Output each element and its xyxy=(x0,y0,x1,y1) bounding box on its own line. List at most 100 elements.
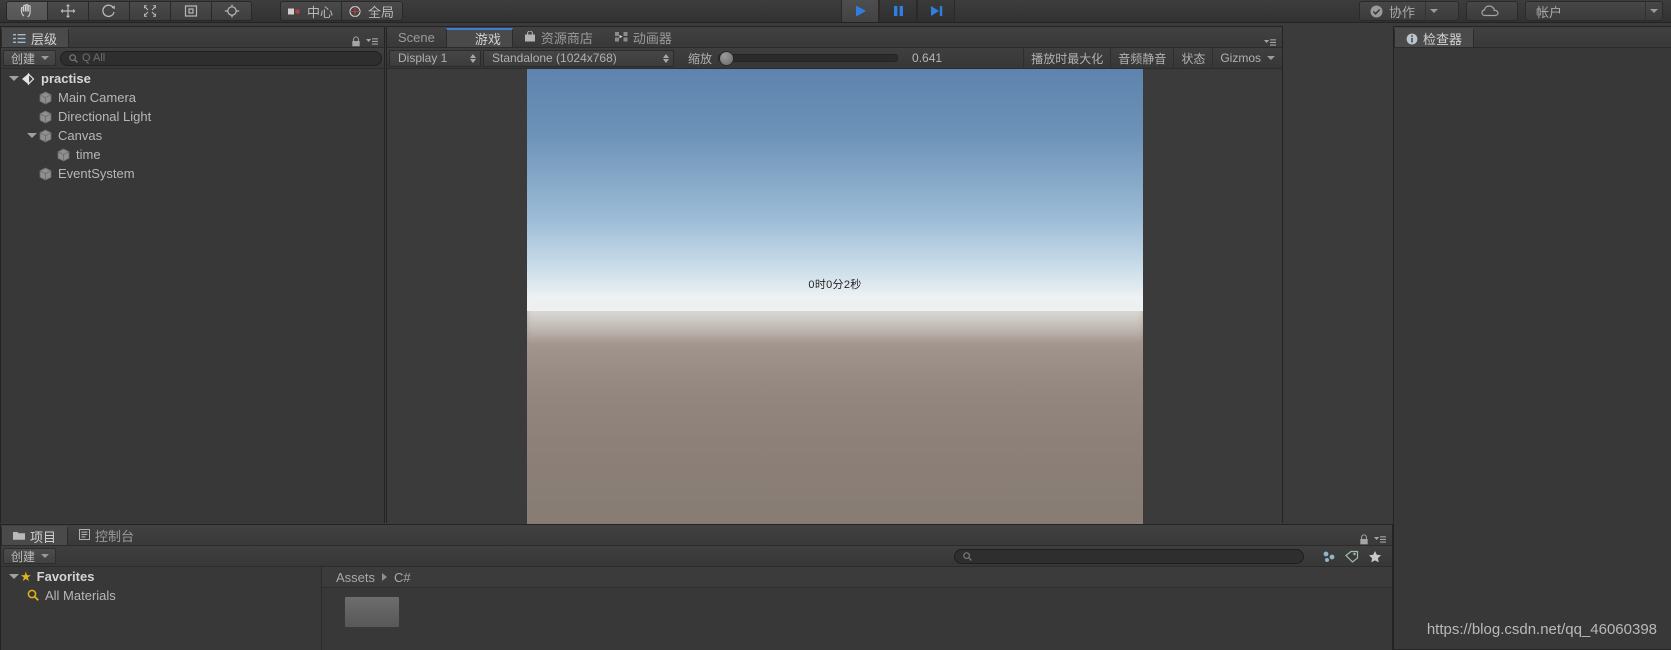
tab-hierarchy[interactable]: 层级 xyxy=(1,28,70,47)
tab-label: Scene xyxy=(398,30,435,45)
panel-menu-icon[interactable] xyxy=(1264,38,1276,47)
tab-console[interactable]: 控制台 xyxy=(68,526,145,545)
favorites-expand-arrow[interactable] xyxy=(7,574,20,579)
pivot-toggle-button[interactable]: 中心 xyxy=(280,1,342,21)
project-search-input[interactable] xyxy=(954,548,1304,564)
resolution-selector[interactable]: Standalone (1024x768) xyxy=(483,49,674,67)
expand-arrow-icon[interactable] xyxy=(25,133,38,138)
asset-thumbnail[interactable] xyxy=(344,596,400,628)
cloud-icon xyxy=(1481,5,1499,17)
zoom-control: 缩放 0.641 xyxy=(688,50,942,67)
hierarchy-item-label: Canvas xyxy=(58,128,103,143)
inspector-tabstrip: 检查器 xyxy=(1394,27,1671,48)
project-create-button[interactable]: 创建 xyxy=(3,548,57,564)
game-render-area[interactable]: 0时0分2秒 xyxy=(387,69,1282,543)
hierarchy-item[interactable]: Directional Light xyxy=(1,107,384,126)
hierarchy-item-label: Main Camera xyxy=(58,90,137,105)
rect-tool-button[interactable] xyxy=(170,1,211,21)
favorite-star-icon: ★ xyxy=(20,568,32,584)
sky-gradient xyxy=(527,69,1143,311)
filter-type-icon[interactable] xyxy=(1322,550,1336,563)
hierarchy-item[interactable]: EventSystem xyxy=(1,164,384,183)
collab-check-icon xyxy=(1370,5,1383,17)
breadcrumb-item[interactable]: Assets xyxy=(336,570,375,585)
favorites-item-all-materials[interactable]: All Materials xyxy=(1,586,321,605)
project-favorites-pane: ★ Favorites All Materials xyxy=(1,567,322,650)
tab-folder[interactable]: 项目 xyxy=(1,526,69,545)
tab-inspector[interactable]: 检查器 xyxy=(1394,28,1475,47)
zoom-slider[interactable] xyxy=(718,51,899,66)
game-toggle[interactable]: 状态 xyxy=(1173,48,1212,68)
project-strip-tools xyxy=(1359,534,1392,545)
cloud-button[interactable] xyxy=(1466,1,1518,21)
tab-game[interactable]: 游戏 xyxy=(445,28,513,47)
lock-icon[interactable] xyxy=(1359,534,1369,545)
chevron-down-icon xyxy=(1650,9,1658,13)
hierarchy-create-button[interactable]: 创建 xyxy=(3,50,57,66)
gameobject-cube-icon xyxy=(38,110,53,124)
animator-icon xyxy=(614,30,628,45)
toolbar-right-group: 协作 帐户 xyxy=(1359,1,1663,21)
hand-tool-button[interactable] xyxy=(6,1,47,21)
rotate-tool-button[interactable] xyxy=(88,1,129,21)
transform-tools-group xyxy=(6,1,252,21)
project-tabstrip: 项目 控制台 xyxy=(1,525,1392,546)
scale-tool-button[interactable] xyxy=(129,1,170,21)
tab-store[interactable]: 资源商店 xyxy=(513,28,604,47)
project-body: ★ Favorites All Materials Assets C# xyxy=(1,567,1392,650)
zoom-slider-knob[interactable] xyxy=(719,51,735,66)
account-button[interactable]: 帐户 xyxy=(1525,1,1663,21)
space-toggle-button[interactable]: 全局 xyxy=(341,1,404,21)
project-create-label: 创建 xyxy=(11,549,36,564)
playback-controls xyxy=(841,0,955,22)
transform-tool-button[interactable] xyxy=(211,1,252,21)
folder-icon xyxy=(13,529,25,544)
pivot-label: 中心 xyxy=(307,4,334,20)
inspector-panel: 检查器 xyxy=(1393,26,1671,650)
move-tool-button[interactable] xyxy=(47,1,88,21)
collab-caret[interactable] xyxy=(1425,2,1442,20)
console-icon xyxy=(79,528,91,543)
account-caret[interactable] xyxy=(1645,2,1662,20)
favorite-star-icon[interactable] xyxy=(1368,550,1382,563)
hierarchy-search-placeholder: Q All xyxy=(82,52,106,64)
filter-label-icon[interactable] xyxy=(1345,550,1359,563)
lock-icon[interactable] xyxy=(351,36,361,47)
breadcrumb-separator-icon xyxy=(382,573,388,581)
favorites-header[interactable]: ★ Favorites xyxy=(1,567,321,586)
chevron-down-icon xyxy=(41,554,50,558)
project-content-pane: Assets C# xyxy=(322,567,1392,650)
tab-scene[interactable]: Scene xyxy=(387,28,446,47)
game-toggle-label: 音频静音 xyxy=(1118,51,1167,66)
game-toggle[interactable]: Gizmos xyxy=(1212,48,1282,68)
display-selector[interactable]: Display 1 xyxy=(389,49,481,67)
favorites-label: Favorites xyxy=(36,569,95,584)
inspector-icon xyxy=(1406,33,1418,44)
game-toggle[interactable]: 音频静音 xyxy=(1110,48,1173,68)
globe-icon xyxy=(349,5,361,17)
hierarchy-item[interactable]: Canvas xyxy=(1,126,384,145)
tab-animator[interactable]: 动画器 xyxy=(604,28,683,47)
pause-button[interactable] xyxy=(879,0,917,22)
game-toggle[interactable]: 播放时最大化 xyxy=(1023,48,1110,68)
gameobject-cube-icon xyxy=(38,91,53,105)
game-view-toolbar: Display 1 Standalone (1024x768) 缩放 0.641… xyxy=(387,48,1282,69)
chevron-down-icon xyxy=(41,56,50,60)
collab-button[interactable]: 协作 xyxy=(1359,1,1459,21)
hierarchy-panel: 层级 创建 Q All practise Main Camera Direction… xyxy=(0,26,385,523)
gameobject-cube-icon xyxy=(38,129,53,143)
step-button[interactable] xyxy=(917,0,955,22)
game-view-tabstrip: Scene 游戏 资源商店 动画器 xyxy=(387,27,1282,48)
tab-label: 游戏 xyxy=(474,32,501,47)
panel-menu-icon[interactable] xyxy=(1374,535,1386,544)
expand-arrow-icon[interactable] xyxy=(7,76,20,81)
hierarchy-item[interactable]: Main Camera xyxy=(1,88,384,107)
panel-menu-icon[interactable] xyxy=(366,37,378,46)
breadcrumb-item[interactable]: C# xyxy=(394,570,411,585)
pivot-icon xyxy=(288,8,300,14)
chevron-down-icon[interactable] xyxy=(1267,56,1275,60)
hierarchy-item[interactable]: practise xyxy=(1,69,384,88)
play-button[interactable] xyxy=(841,0,879,22)
hierarchy-item[interactable]: time xyxy=(1,145,384,164)
hierarchy-search-input[interactable]: Q All xyxy=(60,50,382,66)
